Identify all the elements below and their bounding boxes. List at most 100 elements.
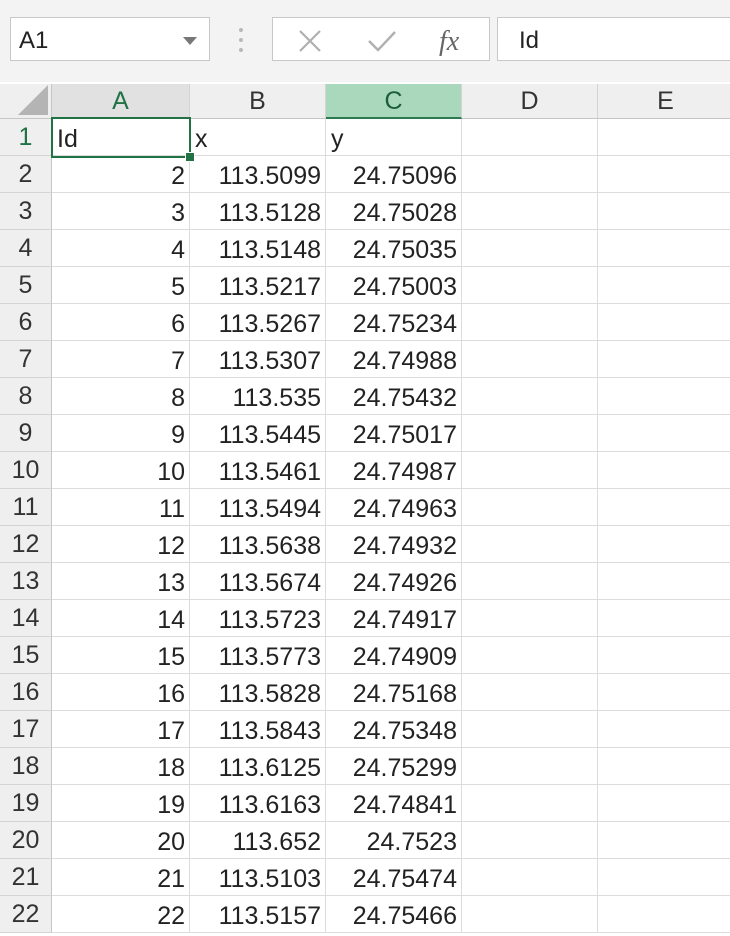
fx-icon[interactable]: fx <box>437 22 471 58</box>
cell-b[interactable]: x <box>190 119 326 156</box>
cell-e[interactable] <box>598 711 730 748</box>
cell-e[interactable] <box>598 748 730 785</box>
cell-e[interactable] <box>598 156 730 193</box>
column-header-e[interactable]: E <box>598 84 730 119</box>
cell-c[interactable]: 24.75348 <box>326 711 462 748</box>
row-header[interactable]: 15 <box>0 637 52 674</box>
cell-c[interactable]: 24.74987 <box>326 452 462 489</box>
cell-d[interactable] <box>462 711 598 748</box>
row-header[interactable]: 2 <box>0 156 52 193</box>
cell-c[interactable]: 24.75168 <box>326 674 462 711</box>
cell-a[interactable]: 7 <box>52 341 190 378</box>
cell-c[interactable]: 24.75466 <box>326 896 462 933</box>
cell-a[interactable]: 20 <box>52 822 190 859</box>
cell-c[interactable]: 24.75474 <box>326 859 462 896</box>
cell-c[interactable]: 24.75017 <box>326 415 462 452</box>
cell-a[interactable]: 3 <box>52 193 190 230</box>
row-header[interactable]: 5 <box>0 267 52 304</box>
cell-c[interactable]: 24.75299 <box>326 748 462 785</box>
cell-e[interactable] <box>598 563 730 600</box>
cell-d[interactable] <box>462 230 598 267</box>
row-header[interactable]: 19 <box>0 785 52 822</box>
row-header[interactable]: 18 <box>0 748 52 785</box>
cell-b[interactable]: 113.5099 <box>190 156 326 193</box>
cell-b[interactable]: 113.5148 <box>190 230 326 267</box>
cell-b[interactable]: 113.5103 <box>190 859 326 896</box>
cell-b[interactable]: 113.5843 <box>190 711 326 748</box>
row-header[interactable]: 10 <box>0 452 52 489</box>
cell-b[interactable]: 113.5217 <box>190 267 326 304</box>
cell-a[interactable]: 12 <box>52 526 190 563</box>
cell-b[interactable]: 113.5157 <box>190 896 326 933</box>
cell-b[interactable]: 113.5723 <box>190 600 326 637</box>
cell-e[interactable] <box>598 267 730 304</box>
cell-e[interactable] <box>598 489 730 526</box>
cell-a[interactable]: 21 <box>52 859 190 896</box>
cell-a[interactable]: 14 <box>52 600 190 637</box>
cell-c[interactable]: 24.75234 <box>326 304 462 341</box>
row-header[interactable]: 3 <box>0 193 52 230</box>
cell-e[interactable] <box>598 304 730 341</box>
cell-d[interactable] <box>462 785 598 822</box>
cell-e[interactable] <box>598 452 730 489</box>
select-all-button[interactable] <box>0 84 52 119</box>
cell-d[interactable] <box>462 526 598 563</box>
cell-d[interactable] <box>462 563 598 600</box>
cell-d[interactable] <box>462 341 598 378</box>
cell-a[interactable]: 17 <box>52 711 190 748</box>
row-header[interactable]: 16 <box>0 674 52 711</box>
cell-a[interactable]: 18 <box>52 748 190 785</box>
cell-c[interactable]: 24.74841 <box>326 785 462 822</box>
cell-d[interactable] <box>462 267 598 304</box>
cell-d[interactable] <box>462 415 598 452</box>
cell-e[interactable] <box>598 785 730 822</box>
column-header-d[interactable]: D <box>462 84 598 119</box>
cell-a[interactable]: 22 <box>52 896 190 933</box>
row-header[interactable]: 11 <box>0 489 52 526</box>
cell-d[interactable] <box>462 748 598 785</box>
cell-c[interactable]: 24.74909 <box>326 637 462 674</box>
row-header[interactable]: 4 <box>0 230 52 267</box>
cell-d[interactable] <box>462 304 598 341</box>
cell-c[interactable]: 24.74963 <box>326 489 462 526</box>
cell-a[interactable]: 6 <box>52 304 190 341</box>
cell-b[interactable]: 113.5674 <box>190 563 326 600</box>
cell-a[interactable]: 16 <box>52 674 190 711</box>
cell-b[interactable]: 113.5828 <box>190 674 326 711</box>
cell-c[interactable]: 24.74917 <box>326 600 462 637</box>
cell-b[interactable]: 113.6163 <box>190 785 326 822</box>
drag-handle-icon[interactable] <box>233 22 249 58</box>
cell-d[interactable] <box>462 119 598 156</box>
cell-e[interactable] <box>598 341 730 378</box>
row-header[interactable]: 13 <box>0 563 52 600</box>
row-header[interactable]: 17 <box>0 711 52 748</box>
cell-c[interactable]: 24.75003 <box>326 267 462 304</box>
column-header-a[interactable]: A <box>52 84 190 119</box>
cell-a[interactable]: 11 <box>52 489 190 526</box>
row-header[interactable]: 8 <box>0 378 52 415</box>
row-header[interactable]: 7 <box>0 341 52 378</box>
cell-a[interactable]: 9 <box>52 415 190 452</box>
row-header[interactable]: 9 <box>0 415 52 452</box>
cell-d[interactable] <box>462 600 598 637</box>
check-icon[interactable] <box>365 22 399 58</box>
chevron-down-icon[interactable] <box>183 37 197 45</box>
column-header-b[interactable]: B <box>190 84 326 119</box>
cell-d[interactable] <box>462 378 598 415</box>
row-header[interactable]: 20 <box>0 822 52 859</box>
cell-b[interactable]: 113.5267 <box>190 304 326 341</box>
cell-e[interactable] <box>598 119 730 156</box>
row-header[interactable]: 14 <box>0 600 52 637</box>
cell-b[interactable]: 113.652 <box>190 822 326 859</box>
row-header[interactable]: 1 <box>0 119 52 156</box>
cell-c[interactable]: 24.75096 <box>326 156 462 193</box>
cell-b[interactable]: 113.535 <box>190 378 326 415</box>
cell-e[interactable] <box>598 230 730 267</box>
cell-a[interactable]: 13 <box>52 563 190 600</box>
cell-d[interactable] <box>462 489 598 526</box>
cell-b[interactable]: 113.5445 <box>190 415 326 452</box>
cell-d[interactable] <box>462 896 598 933</box>
cell-d[interactable] <box>462 637 598 674</box>
close-icon[interactable] <box>295 22 325 58</box>
cell-d[interactable] <box>462 822 598 859</box>
